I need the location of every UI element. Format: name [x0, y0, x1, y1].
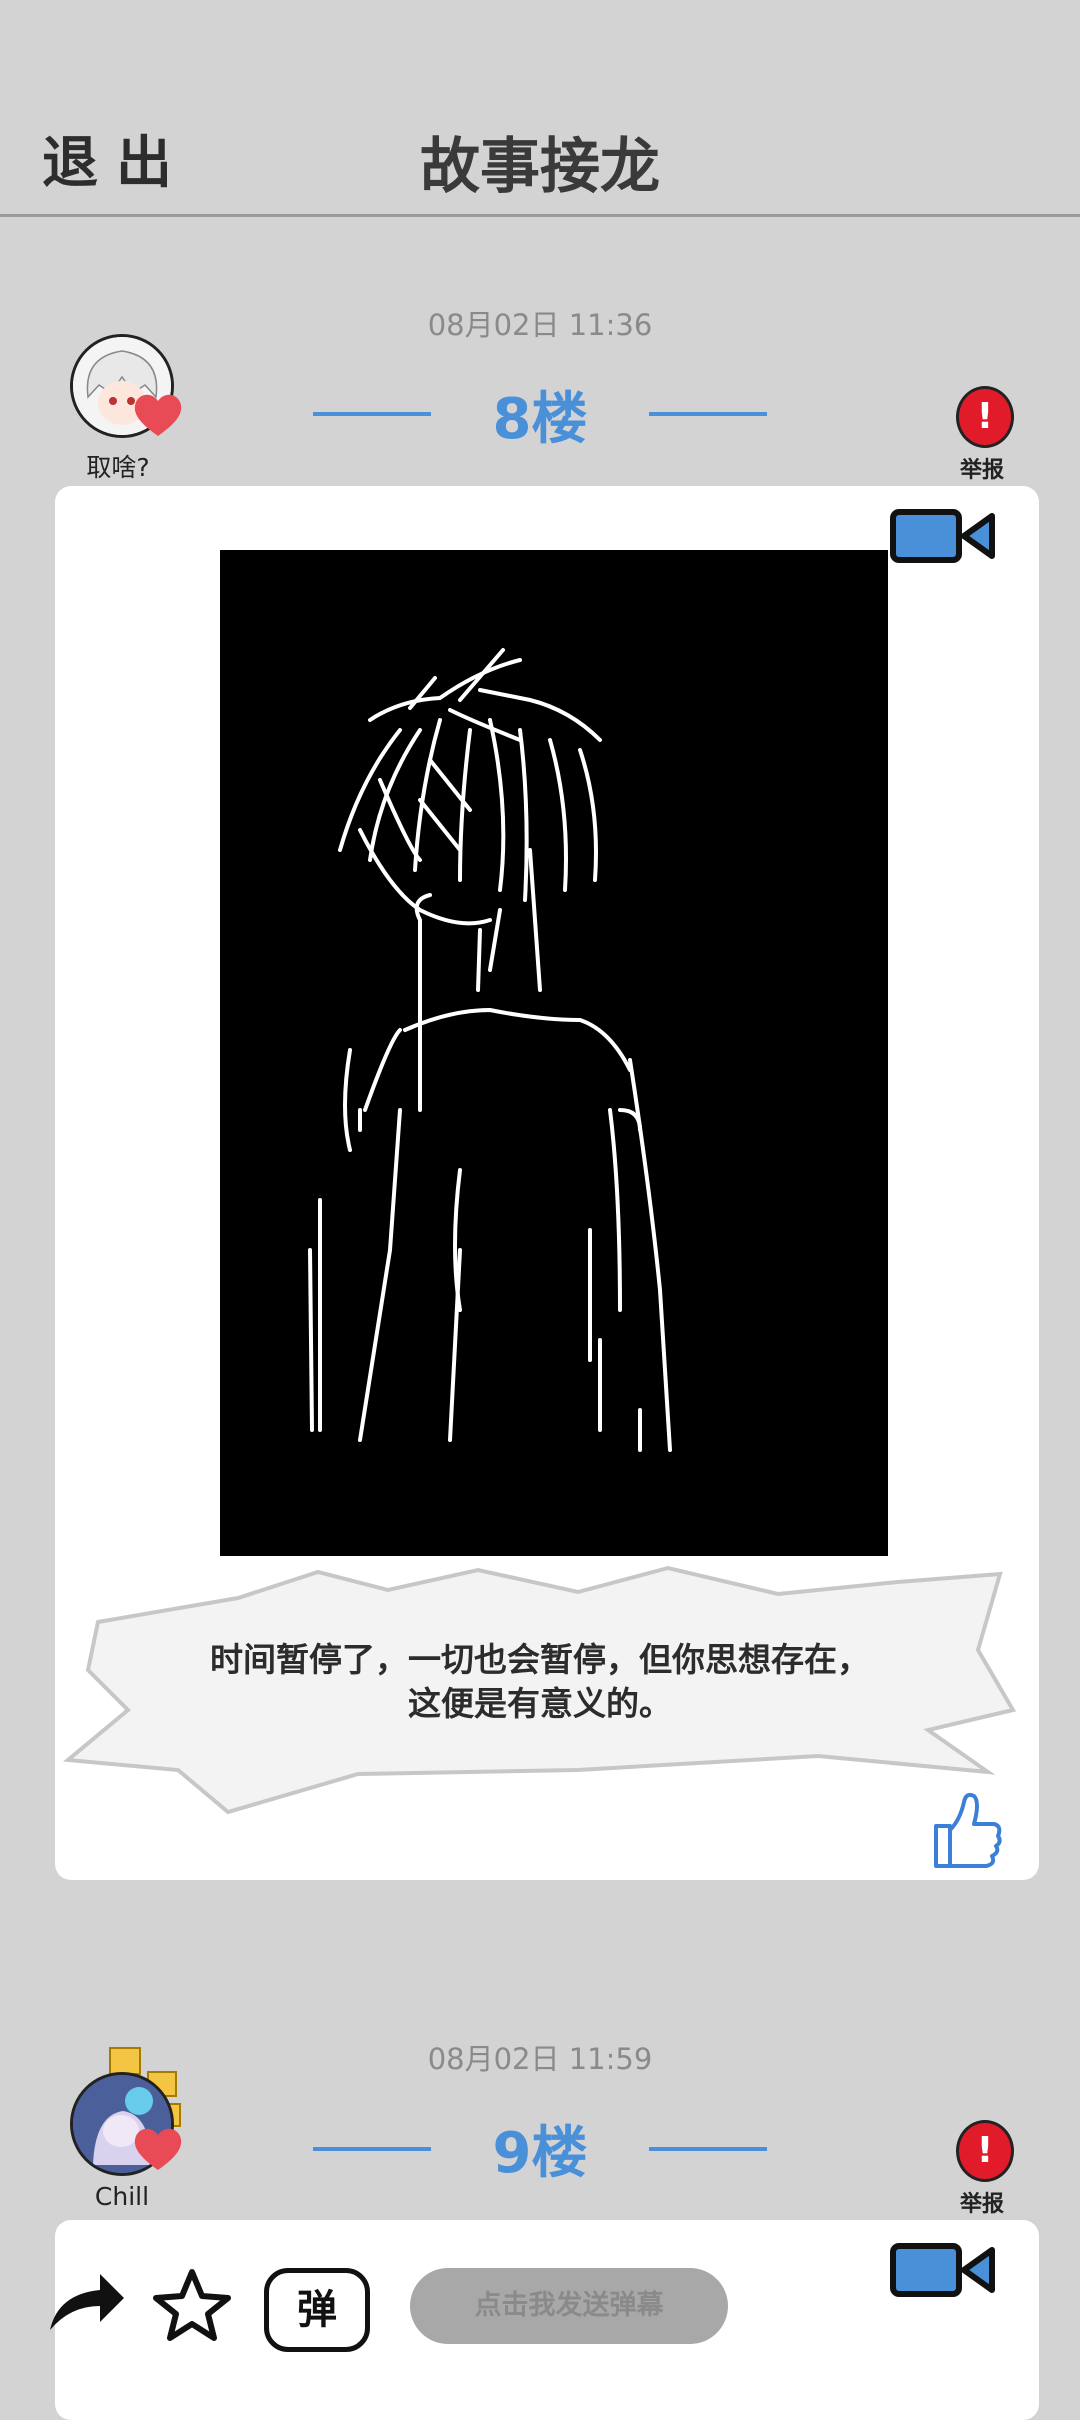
caption-line-2: 这便是有意义的。: [408, 1684, 672, 1723]
danmu-icon-text: 弹: [297, 2287, 337, 2333]
floor-label: 8楼: [492, 387, 588, 452]
video-camera-icon[interactable]: [890, 2240, 998, 2300]
page-title: 故事接龙: [420, 132, 660, 202]
thumbs-up-icon[interactable]: [928, 1790, 1004, 1870]
share-icon[interactable]: [44, 2268, 128, 2336]
floor-divider-right: [649, 412, 767, 416]
floor-divider-right: [649, 2147, 767, 2151]
post-time: 08月02日 11:36: [427, 308, 653, 342]
caption-line-1: 时间暂停了，一切也会暂停，但你思想存在，: [210, 1640, 870, 1679]
danmu-icon[interactable]: 弹: [264, 2268, 370, 2352]
report-icon[interactable]: !: [956, 2120, 1014, 2182]
header-divider: [0, 214, 1080, 217]
send-danmu-button[interactable]: 点击我发送弹幕: [410, 2268, 728, 2344]
report-icon[interactable]: !: [956, 386, 1014, 448]
video-camera-icon[interactable]: [890, 506, 998, 566]
star-icon[interactable]: [152, 2266, 232, 2342]
floor-label: 9楼: [492, 2121, 588, 2186]
sketch-image: [308, 648, 672, 1452]
report-label[interactable]: 举报: [960, 452, 1004, 484]
report-label[interactable]: 举报: [960, 2186, 1004, 2218]
story-drawing[interactable]: [220, 550, 888, 1556]
